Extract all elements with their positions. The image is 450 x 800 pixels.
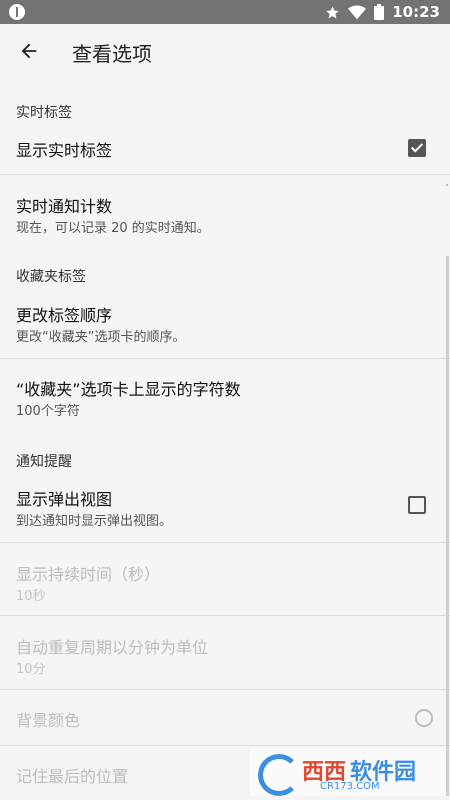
section-header-realtime-tags: 实时标签 xyxy=(16,105,72,121)
setting-background-color[interactable]: 背景颜色 xyxy=(0,690,450,745)
setting-display-duration[interactable]: 显示持续时间（秒） 10秒 xyxy=(0,543,450,615)
scroll-indicator-tick xyxy=(446,184,448,186)
setting-title: 实时通知计数 xyxy=(16,197,113,216)
watermark-logo: 西西 软件园 CR173.COM xyxy=(250,748,446,796)
star-icon xyxy=(326,5,339,18)
wifi-icon xyxy=(348,4,367,19)
setting-subtitle: 10分 xyxy=(16,662,46,677)
watermark-c-icon xyxy=(258,754,300,796)
setting-auto-repeat-period[interactable]: 自动重复周期以分钟为单位 10分 xyxy=(0,616,450,689)
setting-title: 显示弹出视图 xyxy=(16,490,113,509)
setting-subtitle: 更改“收藏夹”选项卡的顺序。 xyxy=(16,330,186,345)
background-color-radio[interactable] xyxy=(415,709,433,727)
settings-list: 实时标签 显示实时标签 实时通知计数 现在，可以记录 20 的实时通知。 收藏夹… xyxy=(0,80,450,800)
section-header-favorites-tags: 收藏夹标签 xyxy=(16,269,86,285)
show-realtime-tags-checkbox[interactable] xyxy=(408,139,426,157)
setting-title: 显示持续时间（秒） xyxy=(16,565,161,584)
setting-subtitle: 10秒 xyxy=(16,589,46,604)
setting-title: 更改标签顺序 xyxy=(16,306,113,325)
setting-title: 显示实时标签 xyxy=(16,141,113,160)
section-header-notification-alerts: 通知提醒 xyxy=(16,454,72,470)
arrow-back-icon[interactable] xyxy=(18,40,40,62)
battery-icon xyxy=(374,4,385,20)
status-time: 10:23 xyxy=(392,3,440,21)
status-bar: 10:23 xyxy=(0,0,450,24)
setting-title: 背景颜色 xyxy=(16,711,81,730)
watermark-url: CR173.COM xyxy=(320,781,380,792)
info-icon xyxy=(9,4,25,20)
page-title: 查看选项 xyxy=(72,42,152,66)
setting-title: 自动重复周期以分钟为单位 xyxy=(16,638,209,657)
setting-subtitle: 100个字符 xyxy=(16,404,80,419)
setting-show-popup-view[interactable]: 显示弹出视图 到达通知时显示弹出视图。 xyxy=(0,474,450,542)
setting-favorites-tab-chars[interactable]: “收藏夹”选项卡上显示的字符数 100个字符 xyxy=(0,359,450,429)
scrollbar[interactable] xyxy=(446,256,449,796)
setting-realtime-notify-count[interactable]: 实时通知计数 现在，可以记录 20 的实时通知。 xyxy=(0,175,450,245)
setting-show-realtime-tags[interactable]: 显示实时标签 xyxy=(0,124,450,174)
setting-change-tag-order[interactable]: 更改标签顺序 更改“收藏夹”选项卡的顺序。 xyxy=(0,288,450,358)
status-icons: 10:23 xyxy=(325,3,440,21)
setting-title: “收藏夹”选项卡上显示的字符数 xyxy=(16,380,241,399)
app-bar: 查看选项 xyxy=(0,24,450,80)
setting-title: 记住最后的位置 xyxy=(16,767,129,786)
setting-subtitle: 现在，可以记录 20 的实时通知。 xyxy=(16,221,210,236)
show-popup-view-checkbox[interactable] xyxy=(408,496,426,514)
setting-subtitle: 到达通知时显示弹出视图。 xyxy=(16,514,173,529)
